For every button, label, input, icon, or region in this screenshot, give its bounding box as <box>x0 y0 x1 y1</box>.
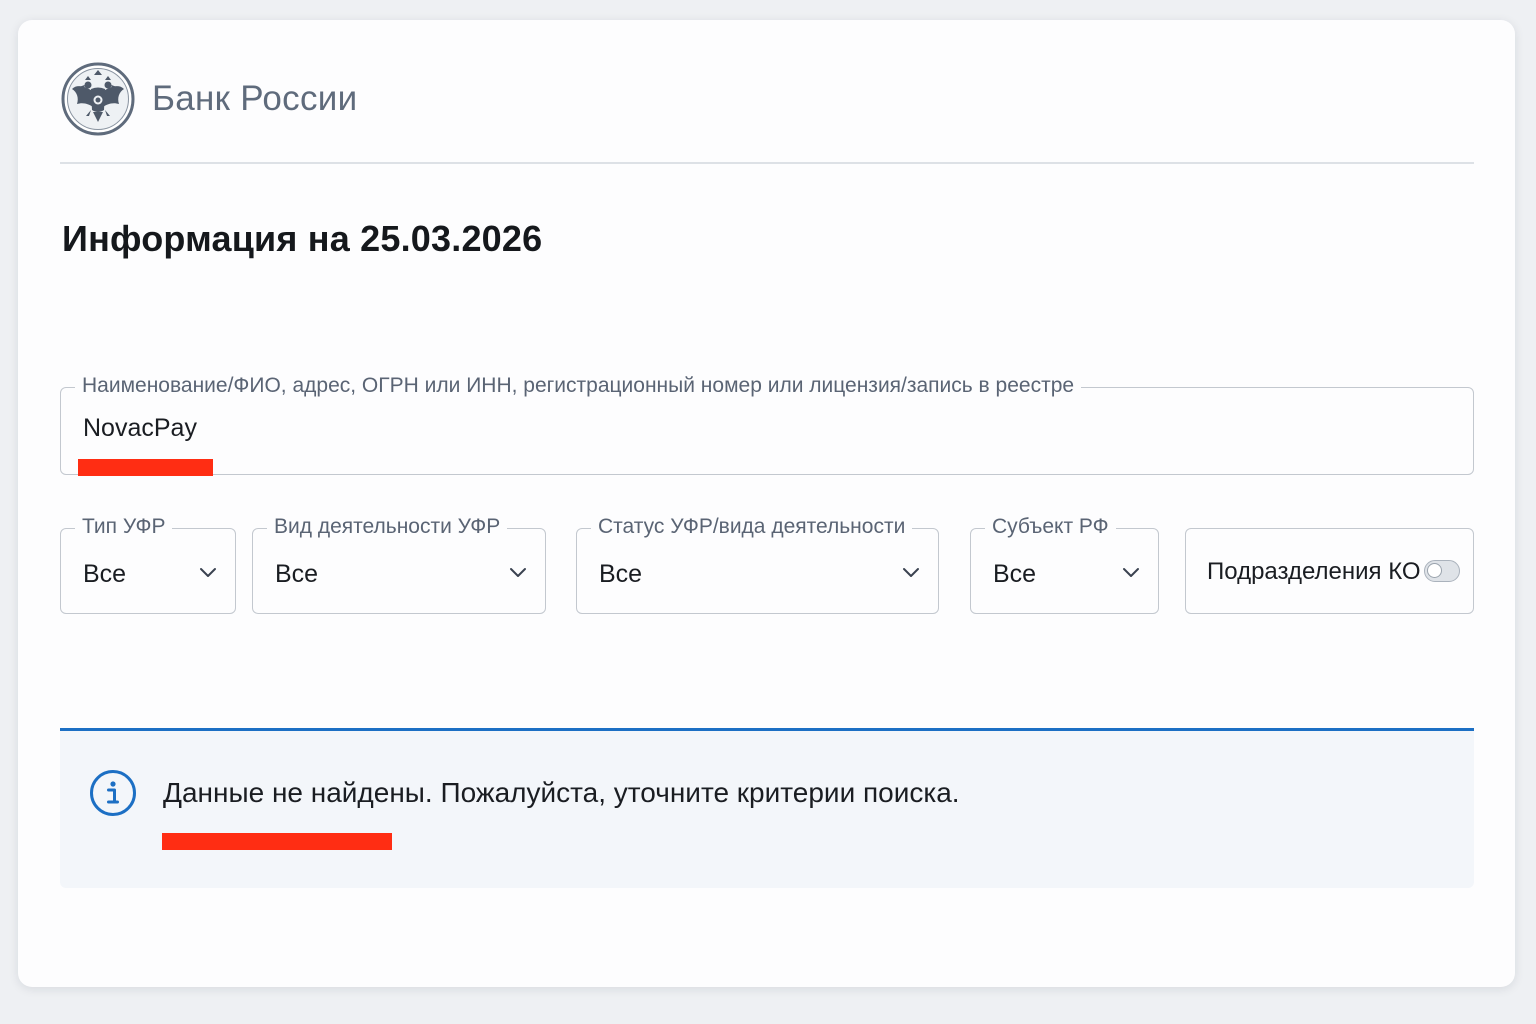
subdivisions-toggle[interactable] <box>1424 560 1460 582</box>
type-select-label: Тип УФР <box>75 515 173 539</box>
double-headed-eagle-emblem-icon <box>61 62 135 136</box>
search-field[interactable]: Наименование/ФИО, адрес, ОГРН или ИНН, р… <box>60 374 1474 475</box>
subdivisions-toggle-label: Подразделения КО <box>1207 558 1421 585</box>
type-select[interactable]: Тип УФР Все <box>60 515 236 614</box>
toggle-knob <box>1427 563 1442 578</box>
status-select-value: Все <box>599 560 643 588</box>
search-value-highlight-mark <box>78 459 213 476</box>
info-icon <box>90 770 136 816</box>
region-select-label: Субъект РФ <box>985 515 1116 539</box>
chevron-down-icon <box>1123 568 1139 577</box>
region-select-value: Все <box>993 560 1037 588</box>
status-select-label: Статус УФР/вида деятельности <box>591 515 913 539</box>
alert-highlight-mark <box>162 833 392 850</box>
search-input[interactable] <box>83 414 1443 443</box>
chevron-down-icon <box>903 568 919 577</box>
header-divider <box>60 162 1474 164</box>
activity-select-label: Вид деятельности УФР <box>267 515 508 539</box>
activity-select[interactable]: Вид деятельности УФР Все <box>252 515 546 614</box>
type-select-value: Все <box>83 560 127 588</box>
search-field-label: Наименование/ФИО, адрес, ОГРН или ИНН, р… <box>75 374 1082 398</box>
main-card: Банк России Информация на 25.03.2026 Наи… <box>18 20 1515 987</box>
subdivisions-toggle-field: Подразделения КО <box>1185 528 1474 614</box>
chevron-down-icon <box>510 568 526 577</box>
activity-select-value: Все <box>275 560 319 588</box>
chevron-down-icon <box>200 568 216 577</box>
alert-message: Данные не найдены. Пожалуйста, уточните … <box>163 777 960 808</box>
page-title: Информация на 25.03.2026 <box>62 218 543 259</box>
status-select[interactable]: Статус УФР/вида деятельности Все <box>576 515 939 614</box>
bank-name: Банк России <box>152 79 358 118</box>
region-select[interactable]: Субъект РФ Все <box>970 515 1159 614</box>
header-logo[interactable]: Банк России <box>61 62 357 136</box>
no-results-alert: Данные не найдены. Пожалуйста, уточните … <box>60 728 1474 888</box>
